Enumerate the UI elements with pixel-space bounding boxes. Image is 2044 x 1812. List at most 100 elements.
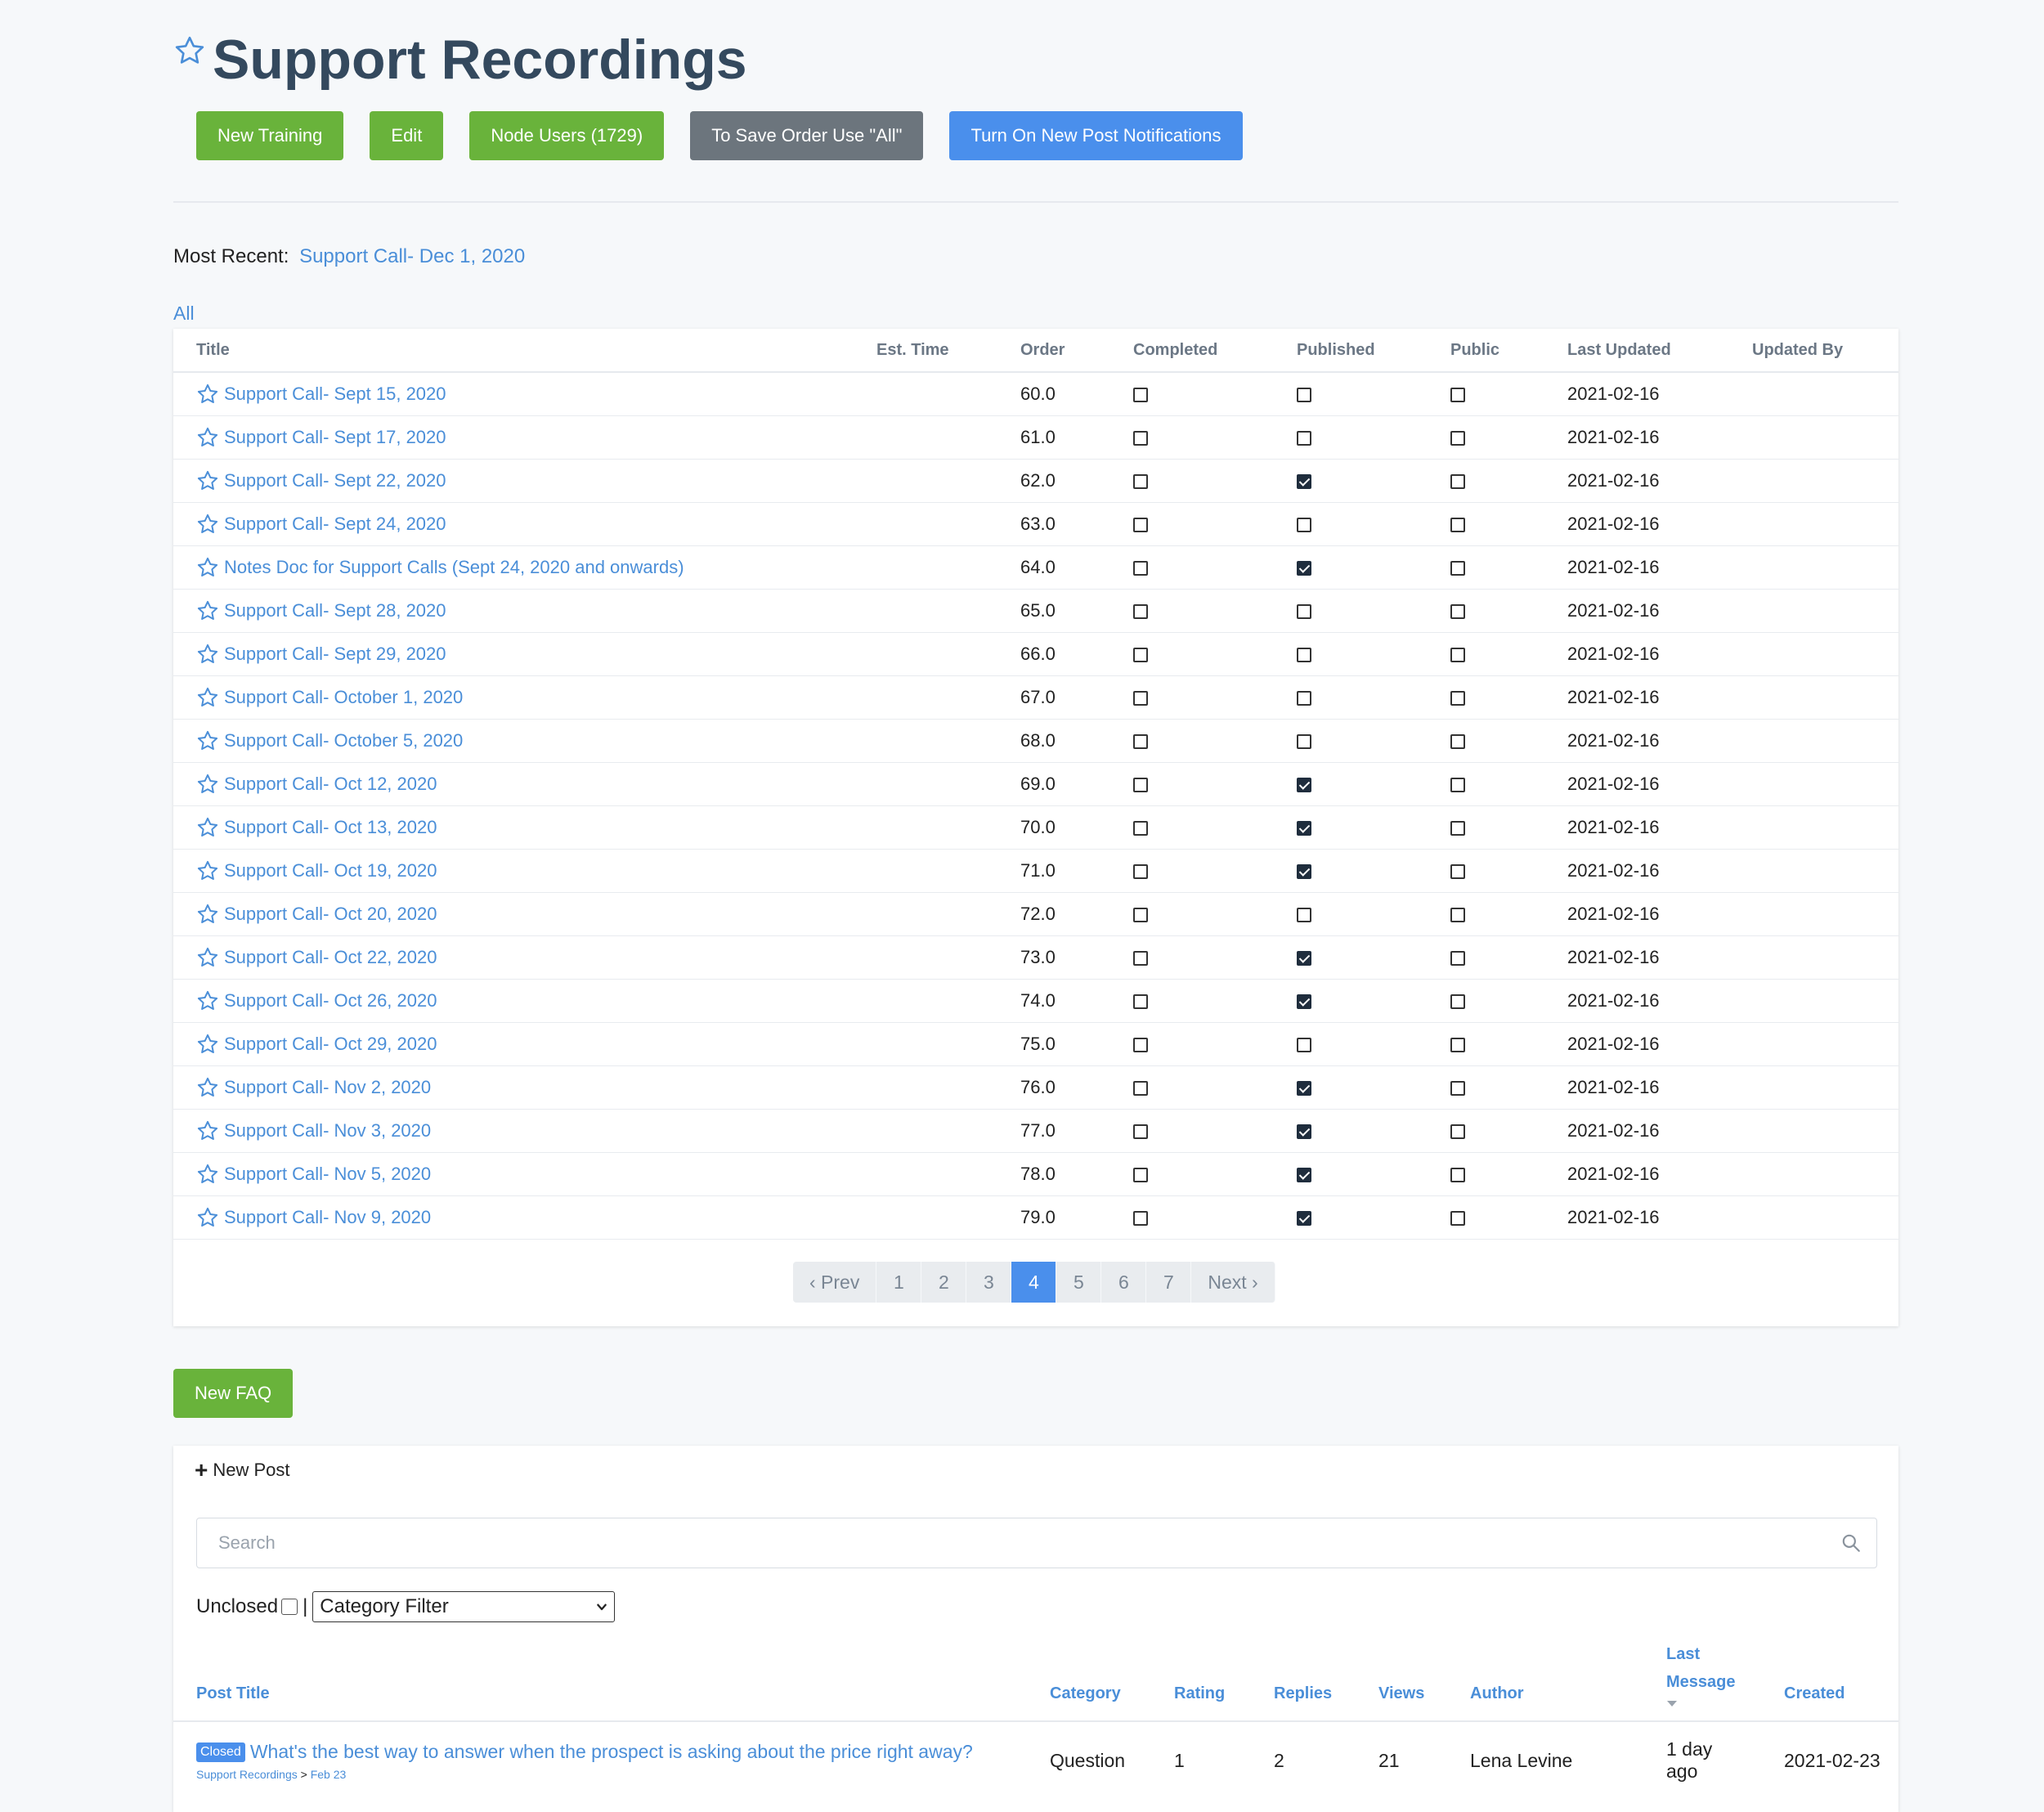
published-checkbox[interactable] [1297, 951, 1311, 967]
public-checkbox[interactable] [1450, 864, 1465, 880]
column-header-post-title[interactable]: Post Title [173, 1635, 1050, 1722]
completed-checkbox[interactable] [1133, 1081, 1148, 1097]
training-title-link[interactable]: Support Call- Oct 12, 2020 [224, 774, 437, 795]
training-title-link[interactable]: Support Call- Sept 17, 2020 [224, 427, 446, 448]
post-title-link[interactable]: What's the best way to answer when the p… [250, 1741, 973, 1762]
published-checkbox[interactable] [1297, 778, 1311, 793]
public-checkbox[interactable] [1450, 734, 1465, 750]
star-icon[interactable] [196, 383, 219, 406]
training-title-link[interactable]: Support Call- Oct 13, 2020 [224, 817, 437, 838]
published-checkbox[interactable] [1297, 821, 1311, 836]
public-checkbox[interactable] [1450, 604, 1465, 620]
public-checkbox[interactable] [1450, 908, 1465, 923]
published-checkbox[interactable] [1297, 1081, 1311, 1097]
page-5-button[interactable]: 5 [1056, 1262, 1102, 1303]
new-training-button[interactable]: New Training [196, 111, 344, 160]
page-7-button[interactable]: 7 [1146, 1262, 1192, 1303]
next-page-button[interactable]: Next › [1191, 1262, 1275, 1303]
prev-page-button[interactable]: ‹ Prev [793, 1262, 877, 1303]
completed-checkbox[interactable] [1133, 864, 1148, 880]
public-checkbox[interactable] [1450, 474, 1465, 490]
notifications-button[interactable]: Turn On New Post Notifications [949, 111, 1243, 160]
search-icon[interactable] [1840, 1532, 1862, 1554]
published-checkbox[interactable] [1297, 388, 1311, 403]
column-header-est-time[interactable]: Est. Time [876, 329, 1020, 373]
public-checkbox[interactable] [1450, 1168, 1465, 1183]
page-4-button[interactable]: 4 [1011, 1262, 1057, 1303]
column-header-order[interactable]: Order [1020, 329, 1133, 373]
completed-checkbox[interactable] [1133, 648, 1148, 663]
published-checkbox[interactable] [1297, 1124, 1311, 1140]
published-checkbox[interactable] [1297, 431, 1311, 446]
public-checkbox[interactable] [1450, 1124, 1465, 1140]
completed-checkbox[interactable] [1133, 778, 1148, 793]
page-2-button[interactable]: 2 [921, 1262, 967, 1303]
column-header-created[interactable]: Created [1784, 1635, 1898, 1722]
page-6-button[interactable]: 6 [1101, 1262, 1147, 1303]
published-checkbox[interactable] [1297, 604, 1311, 620]
published-checkbox[interactable] [1297, 994, 1311, 1010]
new-faq-button[interactable]: New FAQ [173, 1369, 294, 1418]
training-title-link[interactable]: Support Call- October 1, 2020 [224, 687, 463, 708]
completed-checkbox[interactable] [1133, 431, 1148, 446]
column-header-public[interactable]: Public [1450, 329, 1567, 373]
star-icon[interactable] [196, 773, 219, 796]
published-checkbox[interactable] [1297, 1038, 1311, 1053]
completed-checkbox[interactable] [1133, 691, 1148, 706]
star-icon[interactable] [196, 816, 219, 839]
training-title-link[interactable]: Support Call- Sept 24, 2020 [224, 514, 446, 535]
training-title-link[interactable]: Support Call- Sept 15, 2020 [224, 383, 446, 405]
training-title-link[interactable]: Notes Doc for Support Calls (Sept 24, 20… [224, 557, 684, 578]
training-title-link[interactable]: Support Call- October 5, 2020 [224, 730, 463, 751]
star-icon[interactable] [173, 34, 206, 67]
star-icon[interactable] [196, 556, 219, 579]
published-checkbox[interactable] [1297, 1211, 1311, 1227]
filter-all-link[interactable]: All [173, 303, 195, 325]
star-icon[interactable] [196, 469, 219, 492]
edit-button[interactable]: Edit [370, 111, 444, 160]
public-checkbox[interactable] [1450, 1211, 1465, 1227]
completed-checkbox[interactable] [1133, 474, 1148, 490]
training-title-link[interactable]: Support Call- Oct 26, 2020 [224, 990, 437, 1011]
completed-checkbox[interactable] [1133, 388, 1148, 403]
star-icon[interactable] [196, 903, 219, 926]
completed-checkbox[interactable] [1133, 994, 1148, 1010]
new-post-button[interactable]: + New Post [195, 1459, 290, 1482]
star-icon[interactable] [196, 859, 219, 882]
completed-checkbox[interactable] [1133, 1124, 1148, 1140]
breadcrumb-date-link[interactable]: Feb 23 [311, 1768, 347, 1781]
star-icon[interactable] [196, 1163, 219, 1186]
training-title-link[interactable]: Support Call- Sept 22, 2020 [224, 470, 446, 491]
save-order-button[interactable]: To Save Order Use "All" [690, 111, 924, 160]
completed-checkbox[interactable] [1133, 908, 1148, 923]
published-checkbox[interactable] [1297, 734, 1311, 750]
public-checkbox[interactable] [1450, 1038, 1465, 1053]
published-checkbox[interactable] [1297, 691, 1311, 706]
column-header-last-message[interactable]: Last Message [1666, 1635, 1784, 1722]
published-checkbox[interactable] [1297, 648, 1311, 663]
star-icon[interactable] [196, 643, 219, 666]
training-title-link[interactable]: Support Call- Nov 9, 2020 [224, 1207, 431, 1228]
completed-checkbox[interactable] [1133, 1211, 1148, 1227]
column-header-completed[interactable]: Completed [1133, 329, 1297, 373]
most-recent-link[interactable]: Support Call- Dec 1, 2020 [299, 245, 525, 267]
public-checkbox[interactable] [1450, 518, 1465, 533]
page-3-button[interactable]: 3 [966, 1262, 1012, 1303]
completed-checkbox[interactable] [1133, 951, 1148, 967]
column-header-published[interactable]: Published [1297, 329, 1450, 373]
completed-checkbox[interactable] [1133, 734, 1148, 750]
training-title-link[interactable]: Support Call- Oct 20, 2020 [224, 904, 437, 925]
page-1-button[interactable]: 1 [876, 1262, 922, 1303]
public-checkbox[interactable] [1450, 648, 1465, 663]
completed-checkbox[interactable] [1133, 561, 1148, 576]
published-checkbox[interactable] [1297, 518, 1311, 533]
public-checkbox[interactable] [1450, 951, 1465, 967]
star-icon[interactable] [196, 989, 219, 1012]
node-users-button[interactable]: Node Users (1729) [469, 111, 665, 160]
column-header-replies[interactable]: Replies [1274, 1635, 1378, 1722]
published-checkbox[interactable] [1297, 1168, 1311, 1183]
training-title-link[interactable]: Support Call- Oct 22, 2020 [224, 947, 437, 968]
breadcrumb-node-link[interactable]: Support Recordings [196, 1768, 298, 1781]
column-header-rating[interactable]: Rating [1174, 1635, 1274, 1722]
completed-checkbox[interactable] [1133, 604, 1148, 620]
